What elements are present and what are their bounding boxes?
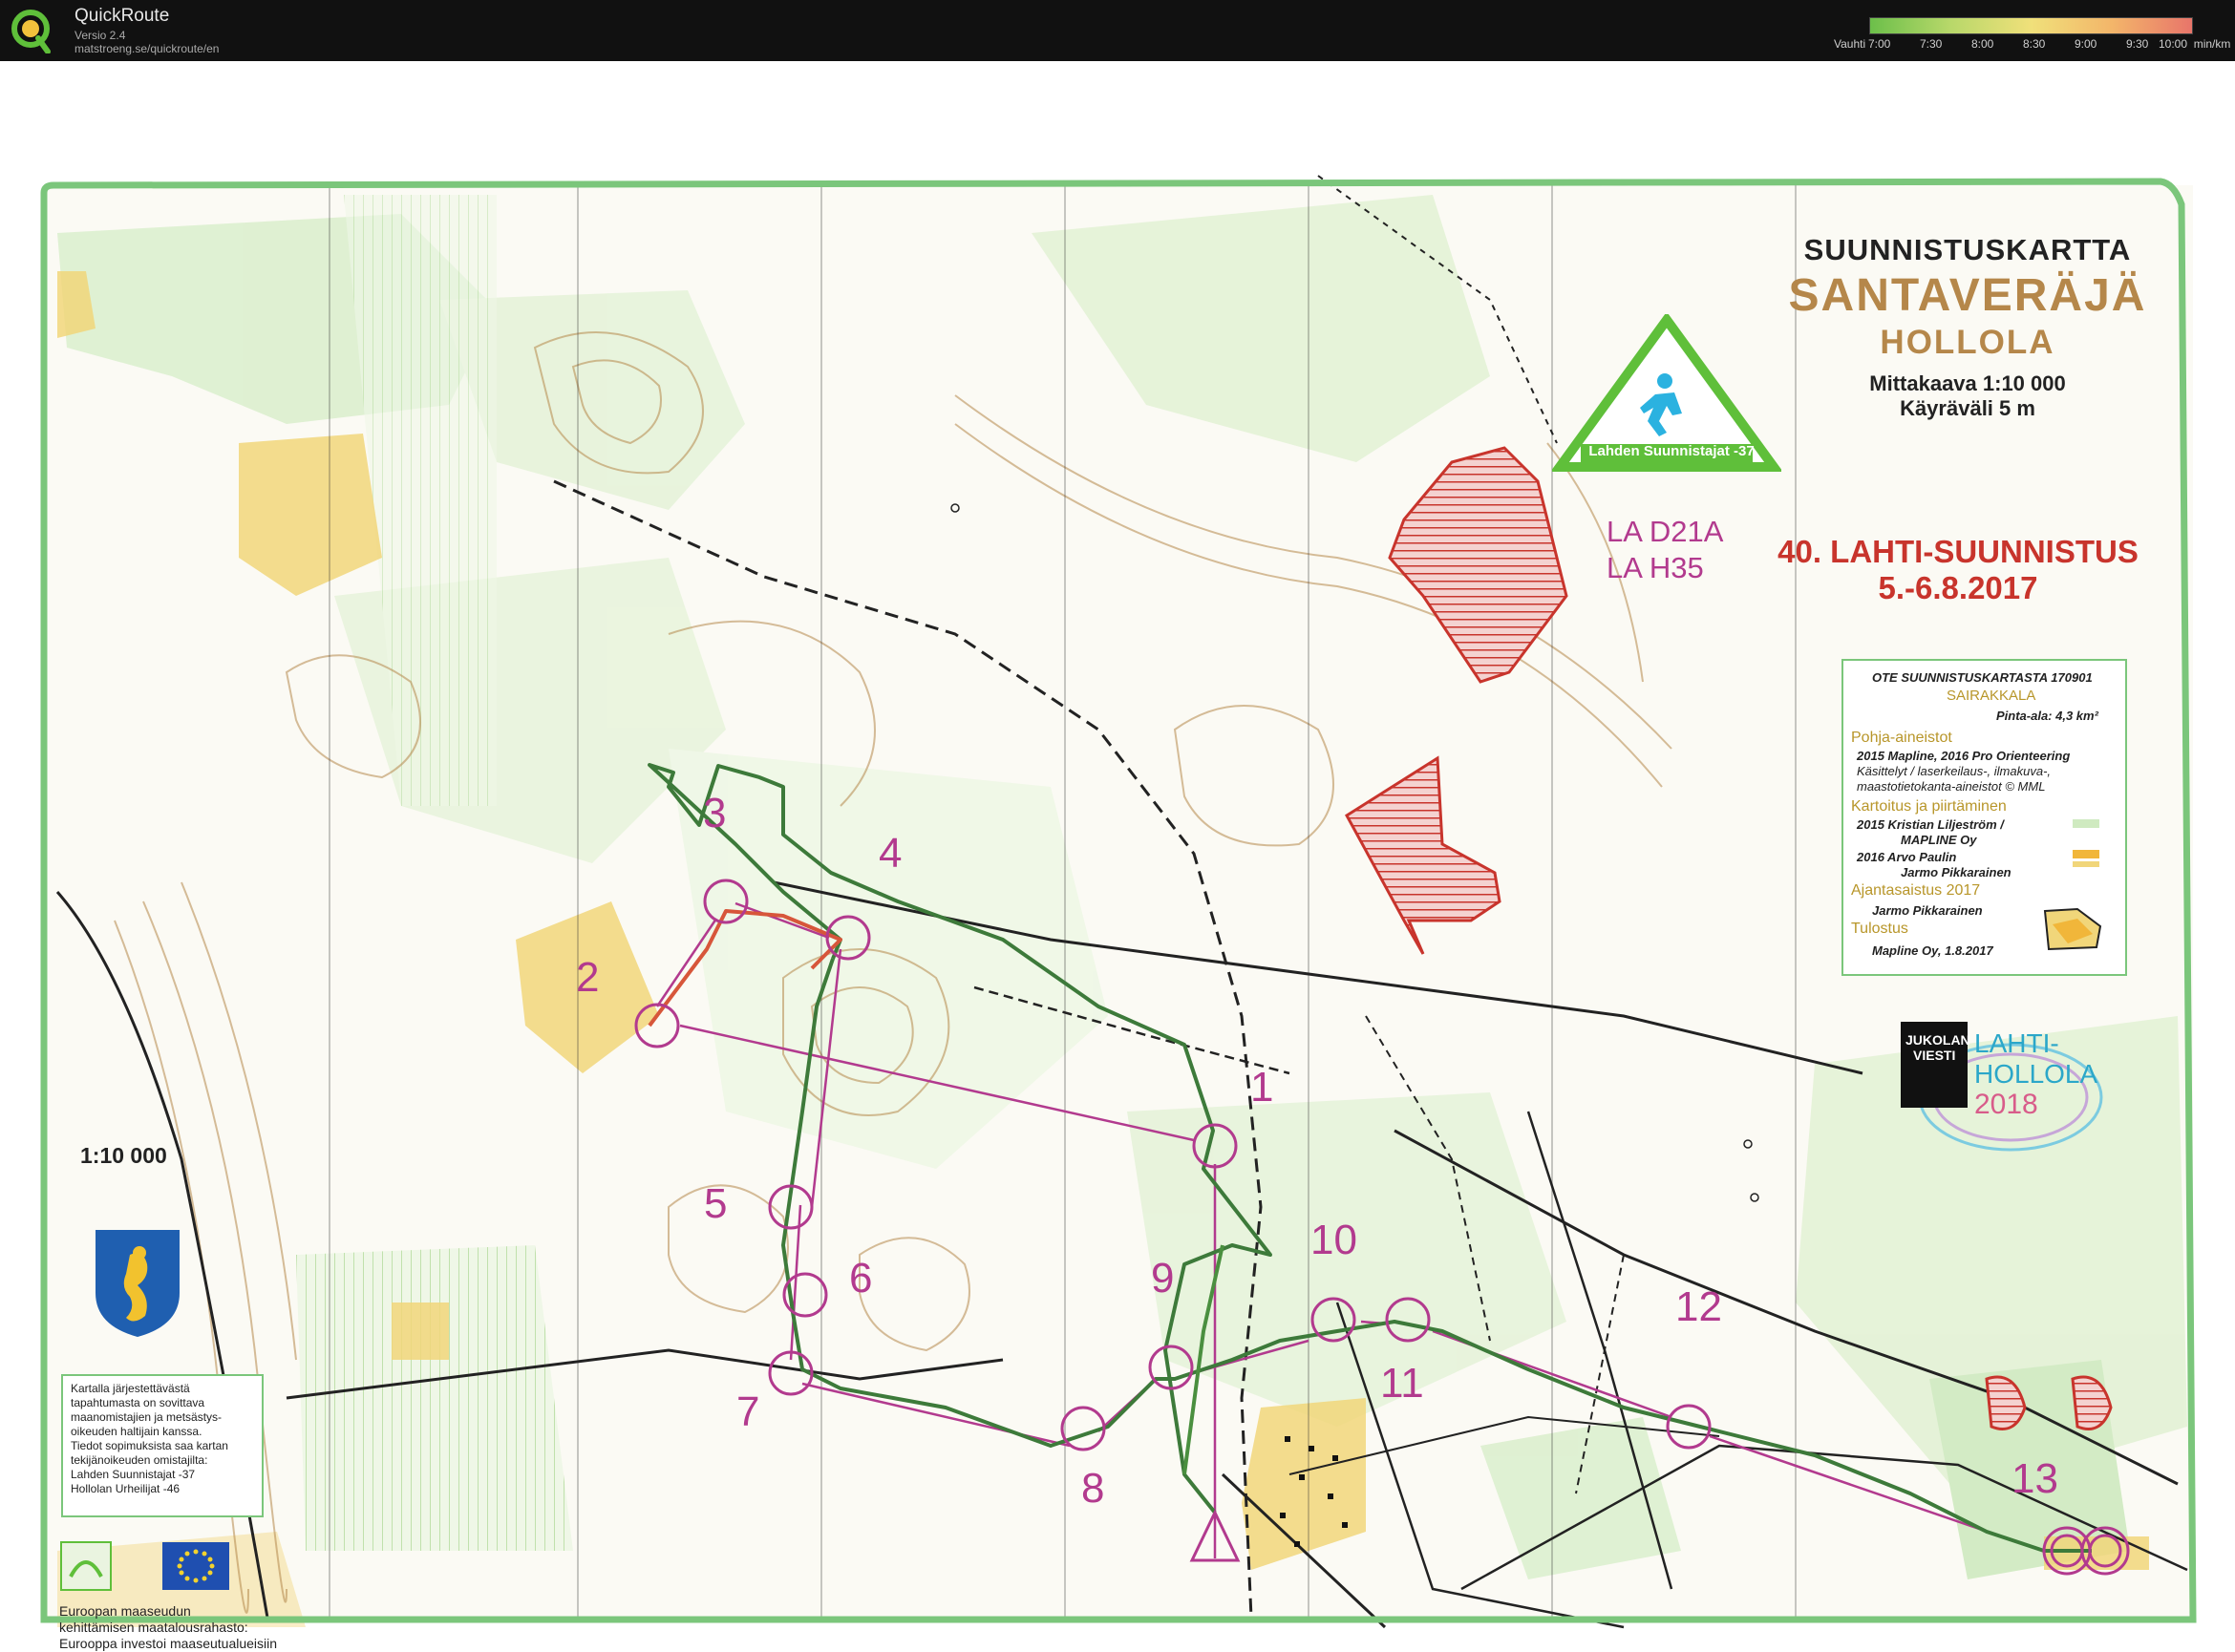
pace-tick: 7:30 [1920, 37, 1943, 51]
club-logo-label: Lahden Suunnistajat -37 [1588, 443, 1755, 459]
control-number-7: 7 [736, 1388, 760, 1435]
area-outline-icon [2043, 907, 2102, 951]
control-number-4: 4 [879, 830, 903, 877]
control-number-10: 10 [1310, 1217, 1357, 1263]
svg-text:JUKOLAN: JUKOLAN [1905, 1032, 1970, 1048]
pace-tick: 8:00 [1971, 37, 1994, 51]
pace-gradient-bar [1869, 17, 2193, 34]
landowner-notice-box: Kartalla järjestettävästä tapahtumasta o… [61, 1374, 264, 1517]
orienteering-map[interactable]: Lahden Suunnistajat -37 SUUNNISTUSKARTTA… [0, 61, 2235, 1651]
eu-funding-text: Euroopan maaseudun kehittämisen maatalou… [59, 1603, 278, 1651]
info-item: Mapline Oy, 1.8.2017 [1872, 943, 1993, 958]
info-item: Jarmo Pikkarainen [1872, 903, 1983, 918]
control-number-5: 5 [704, 1180, 728, 1227]
event-block: 40. LAHTI-SUUNNISTUS 5.-6.8.2017 [1757, 534, 2159, 606]
class-label: LA H35 [1607, 551, 1704, 584]
map-title-block: SUUNNISTUSKARTTA SANTAVERÄJÄ HOLLOLA Mit… [1748, 233, 2187, 421]
pace-tick: 8:30 [2023, 37, 2046, 51]
svg-text:VIESTI: VIESTI [1913, 1048, 1955, 1063]
map-scale: Mittakaava 1:10 000 [1869, 371, 2066, 395]
map-name: SANTAVERÄJÄ [1788, 270, 2147, 321]
info-section-title: Ajantasaistus 2017 [1851, 882, 1981, 899]
info-section-title: Pohja-aineistot [1851, 730, 1952, 746]
control-number-11: 11 [1380, 1360, 1424, 1407]
legend-swatches [2073, 819, 2099, 867]
map-kind: SUUNNISTUSKARTTA [1803, 233, 2132, 266]
info-area-name: SAIRAKKALA [1947, 688, 2036, 704]
info-item: Jarmo Pikkarainen [1901, 865, 2012, 879]
pace-caption: Vauhti [1834, 37, 1866, 51]
control-number-12: 12 [1675, 1283, 1722, 1330]
app-title: QuickRoute [74, 6, 170, 26]
leader-logo-icon [60, 1541, 112, 1591]
event-dates: 5.-6.8.2017 [1878, 570, 2038, 605]
svg-text:2018: 2018 [1974, 1089, 2038, 1120]
pace-tick: 9:30 [2126, 37, 2149, 51]
control-number-3: 3 [703, 790, 727, 837]
pace-unit: 10:00 min/km [2159, 37, 2231, 51]
info-item: 2015 Mapline, 2016 Pro Orienteering [1857, 749, 2071, 763]
control-number-2: 2 [576, 954, 600, 1001]
coat-of-arms-icon [96, 1230, 180, 1337]
notice-text: Kartalla järjestettävästä tapahtumasta o… [71, 1382, 228, 1495]
info-item: MAPLINE Oy [1901, 833, 1977, 847]
pace-legend: Vauhti 7:00 7:30 8:00 8:30 9:00 9:30 10:… [1834, 8, 2235, 53]
map-scale-left: 1:10 000 [80, 1143, 167, 1168]
control-number-1: 1 [1250, 1064, 1274, 1111]
control-number-6: 6 [849, 1255, 873, 1302]
control-number-9: 9 [1151, 1255, 1175, 1302]
info-section-title: Kartoitus ja piirtäminen [1851, 798, 2007, 815]
eu-funding-block: Euroopan maaseudun kehittämisen maatalou… [59, 1538, 346, 1651]
app-url[interactable]: matstroeng.se/quickroute/en [74, 42, 219, 55]
app-header-bar: QuickRoute Versio 2.4 matstroeng.se/quic… [0, 0, 2235, 61]
quickroute-logo-icon [11, 10, 51, 53]
svg-text:LAHTI-: LAHTI- [1974, 1028, 2059, 1058]
map-info-box: OTE SUUNNISTUSKARTASTA 170901 SAIRAKKALA… [1841, 659, 2127, 976]
control-number-8: 8 [1081, 1465, 1105, 1512]
info-item: 2016 Arvo Paulin [1857, 850, 1957, 864]
svg-text:HOLLOLA: HOLLOLA [1974, 1059, 2097, 1089]
map-contour-interval: Käyräväli 5 m [1900, 396, 2035, 420]
course-classes: LA D21A LA H35 [1607, 514, 1723, 586]
app-version: Versio 2.4 [74, 29, 126, 42]
info-area-size: Pinta-ala: 4,3 km² [1996, 709, 2098, 723]
info-item: 2015 Kristian Liljeström / [1857, 817, 2004, 832]
eu-logos [60, 1541, 229, 1591]
info-item: Käsittelyt / laserkeilaus-, ilmakuva-, [1857, 764, 2052, 778]
info-section-title: Tulostus [1851, 921, 1908, 937]
jukola-lahti-hollola-logo: JUKOLAN VIESTI LAHTI- HOLLOLA 2018 [1901, 1022, 2103, 1152]
pace-tick: 9:00 [2075, 37, 2097, 51]
pace-tick: 7:00 [1868, 37, 1891, 51]
info-item: maastotietokanta-aineistot © MML [1857, 779, 2046, 794]
class-label: LA D21A [1607, 515, 1724, 548]
control-number-13: 13 [2012, 1455, 2058, 1502]
event-name: 40. LAHTI-SUUNNISTUS [1777, 534, 2139, 569]
info-header: OTE SUUNNISTUSKARTASTA 170901 [1872, 670, 2093, 685]
map-place: HOLLOLA [1880, 324, 2055, 361]
